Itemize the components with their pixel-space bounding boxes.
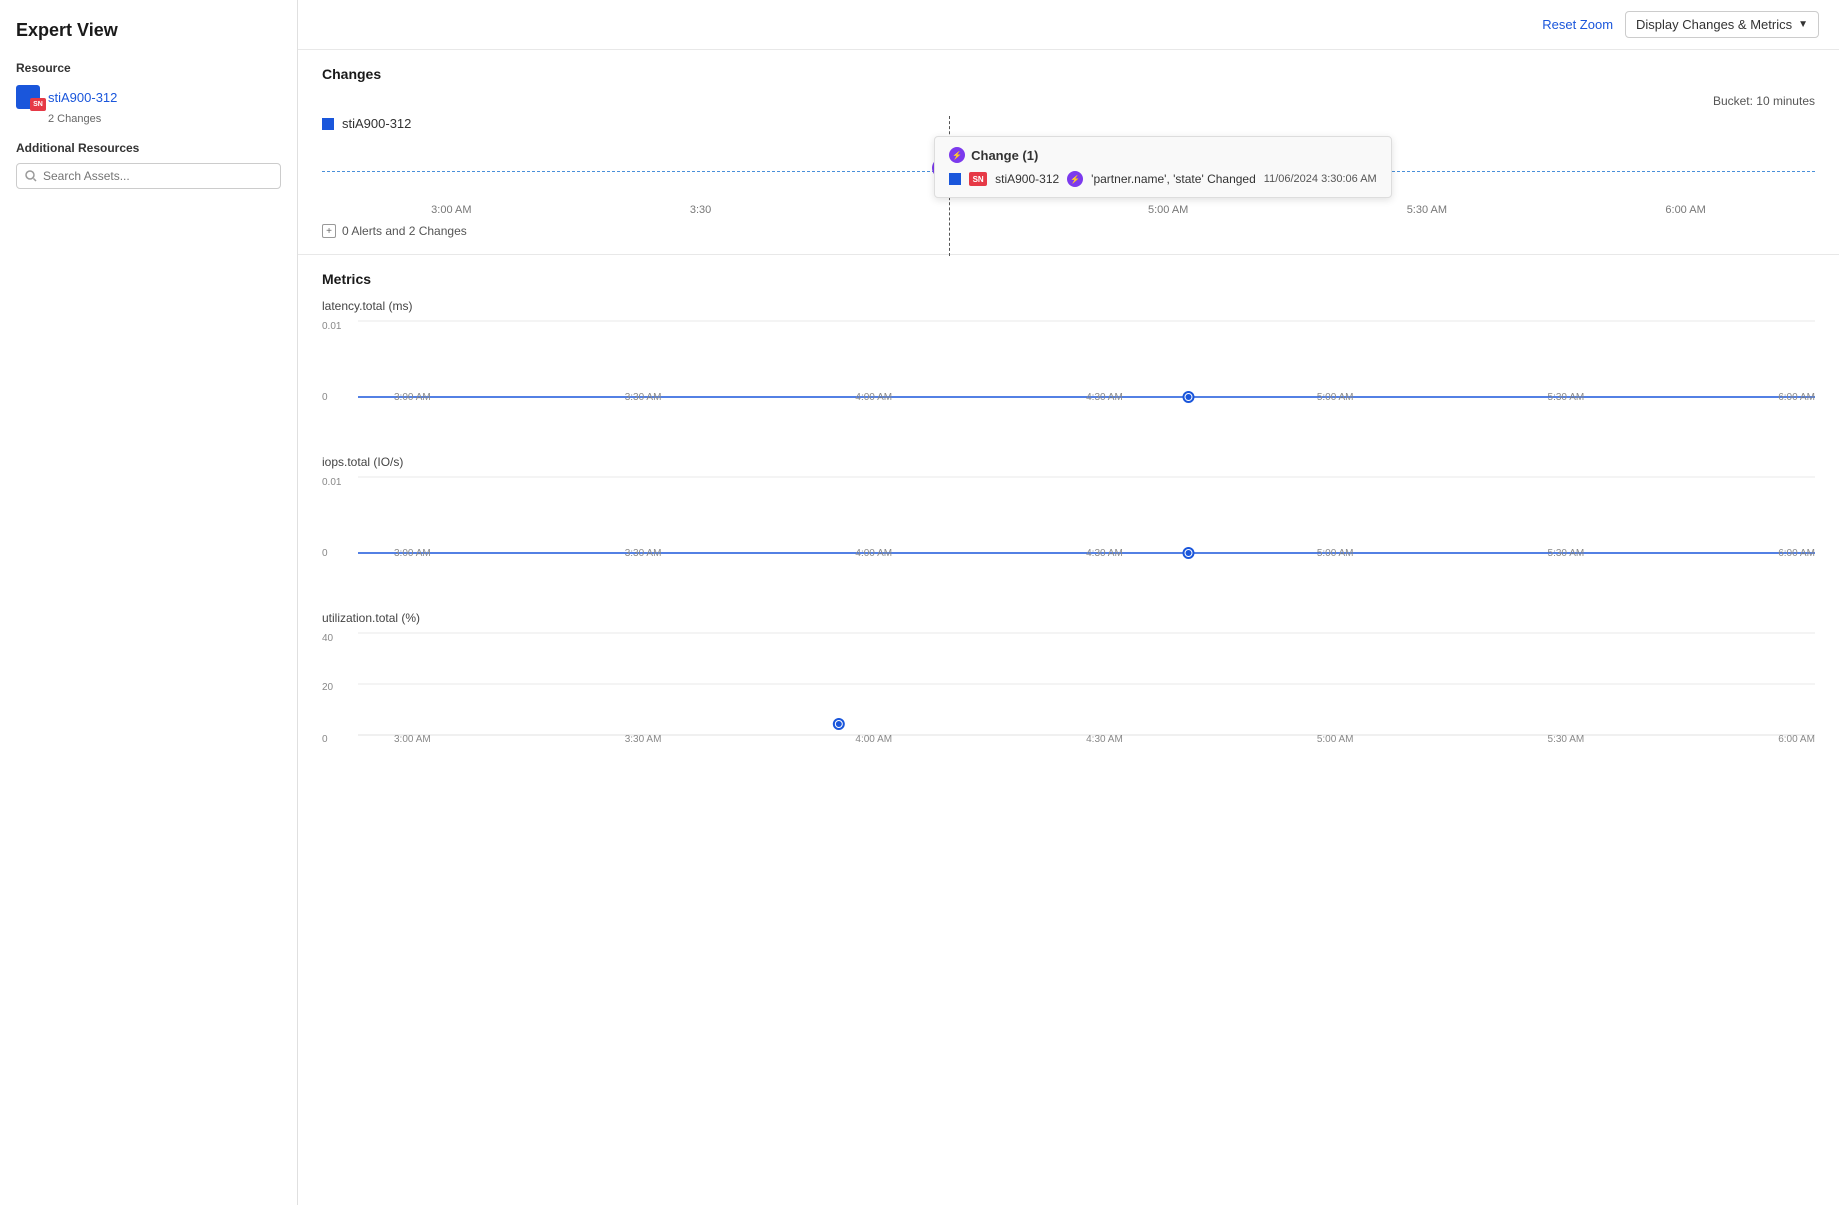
resource-name-link[interactable]: stiA900-312 [48, 90, 117, 105]
metric-time-axis-iops: 3:00 AM 3:30 AM 4:00 AM 4:30 AM 5:00 AM … [394, 548, 1815, 559]
resource-changes: 2 Changes [48, 113, 281, 125]
alert-summary-text: 0 Alerts and 2 Changes [342, 224, 467, 238]
changes-section-title: Changes [322, 66, 1815, 82]
time-label-5: 5:30 AM [1407, 204, 1447, 216]
tooltip-square [949, 173, 961, 185]
tooltip-title: ⚡ Change (1) [949, 147, 1377, 163]
metric-y-bottom-iops: 0 [322, 548, 328, 559]
metric-svg-latency [358, 317, 1815, 403]
metric-canvas-iops: 3:00 AM 3:30 AM 4:00 AM 4:30 AM 5:00 AM … [358, 473, 1815, 559]
metric-chart-iops: 0.01 0 3:00 AM 3:30 AM [322, 473, 1815, 583]
reset-zoom-button[interactable]: Reset Zoom [1542, 17, 1613, 32]
metric-canvas-utilization: 3:00 AM 3:30 AM 4:00 AM 4:30 AM 5:00 AM … [358, 629, 1815, 745]
metric-svg-utilization [358, 629, 1815, 745]
expand-icon[interactable]: + [322, 224, 336, 238]
metric-block-utilization: utilization.total (%) 40 20 0 [322, 611, 1815, 769]
search-icon [25, 170, 37, 182]
metric-block-iops: iops.total (IO/s) 0.01 0 [322, 455, 1815, 583]
metric-chart-utilization: 40 20 0 [322, 629, 1815, 769]
metric-y-bottom-utilization: 0 [322, 734, 328, 745]
metric-svg-iops [358, 473, 1815, 559]
changes-chart-area: ⚡ ⚡ ⚡ Change (1) SN [322, 146, 1815, 206]
sidebar: Expert View Resource SN stiA900-312 2 Ch… [0, 0, 298, 1205]
resource-item: SN stiA900-312 [16, 85, 281, 109]
metric-time-axis-latency: 3:00 AM 3:30 AM 4:00 AM 4:30 AM 5:00 AM … [394, 392, 1815, 403]
chevron-down-icon: ▼ [1798, 19, 1808, 30]
legend-label: stiA900-312 [342, 116, 411, 131]
metric-title-iops: iops.total (IO/s) [322, 455, 1815, 469]
metric-title-utilization: utilization.total (%) [322, 611, 1815, 625]
display-dropdown-label: Display Changes & Metrics [1636, 17, 1792, 32]
legend-square [322, 118, 334, 130]
time-label-1: 3:00 AM [431, 204, 471, 216]
tooltip-icon: ⚡ [949, 147, 965, 163]
metric-y-top-latency: 0.01 [322, 321, 341, 332]
resource-section-label: Resource [16, 61, 281, 75]
metric-y-top-iops: 0.01 [322, 477, 341, 488]
changes-time-axis: 3:00 AM 3:30 5:00 AM 5:30 AM 6:00 AM [322, 204, 1815, 216]
main-header: Reset Zoom Display Changes & Metrics ▼ [298, 0, 1839, 50]
metric-title-latency: latency.total (ms) [322, 299, 1815, 313]
search-input[interactable] [43, 169, 272, 183]
tooltip-sn-badge: SN [969, 172, 987, 186]
tooltip-description: 'partner.name', 'state' Changed [1091, 172, 1256, 186]
metric-block-latency: latency.total (ms) 0.01 0 [322, 299, 1815, 427]
metrics-section-title: Metrics [322, 271, 1815, 287]
metric-y-mid-utilization: 20 [322, 682, 333, 693]
time-label-2: 3:30 [690, 204, 711, 216]
time-label-4: 5:00 AM [1148, 204, 1188, 216]
tooltip-time: 11/06/2024 3:30:06 AM [1264, 173, 1377, 185]
metrics-section: Metrics latency.total (ms) 0.01 0 [298, 255, 1839, 769]
display-dropdown[interactable]: Display Changes & Metrics ▼ [1625, 11, 1819, 38]
metric-y-bottom-latency: 0 [322, 392, 328, 403]
additional-resources-label: Additional Resources [16, 141, 281, 155]
time-label-6: 6:00 AM [1665, 204, 1705, 216]
change-tooltip: ⚡ Change (1) SN stiA900-312 ⚡ 'partner.n… [934, 136, 1392, 198]
metric-canvas-latency: 3:00 AM 3:30 AM 4:00 AM 4:30 AM 5:00 AM … [358, 317, 1815, 403]
metric-y-top-utilization: 40 [322, 633, 333, 644]
main-content: Reset Zoom Display Changes & Metrics ▼ C… [298, 0, 1839, 1205]
tooltip-change-icon: ⚡ [1067, 171, 1083, 187]
bucket-info: Bucket: 10 minutes [322, 94, 1815, 108]
tooltip-row: SN stiA900-312 ⚡ 'partner.name', 'state'… [949, 171, 1377, 187]
sn-badge: SN [30, 98, 46, 111]
page-title: Expert View [16, 20, 281, 41]
metric-time-axis-utilization: 3:00 AM 3:30 AM 4:00 AM 4:30 AM 5:00 AM … [394, 734, 1815, 745]
metric-chart-latency: 0.01 0 3:00 AM 3:30 AM [322, 317, 1815, 427]
search-assets-input-wrap[interactable] [16, 163, 281, 189]
alert-summary: + 0 Alerts and 2 Changes [322, 224, 1815, 238]
changes-legend: stiA900-312 [322, 116, 411, 131]
tooltip-resource: stiA900-312 [995, 172, 1059, 186]
changes-section: Changes Bucket: 10 minutes stiA900-312 [298, 50, 1839, 255]
